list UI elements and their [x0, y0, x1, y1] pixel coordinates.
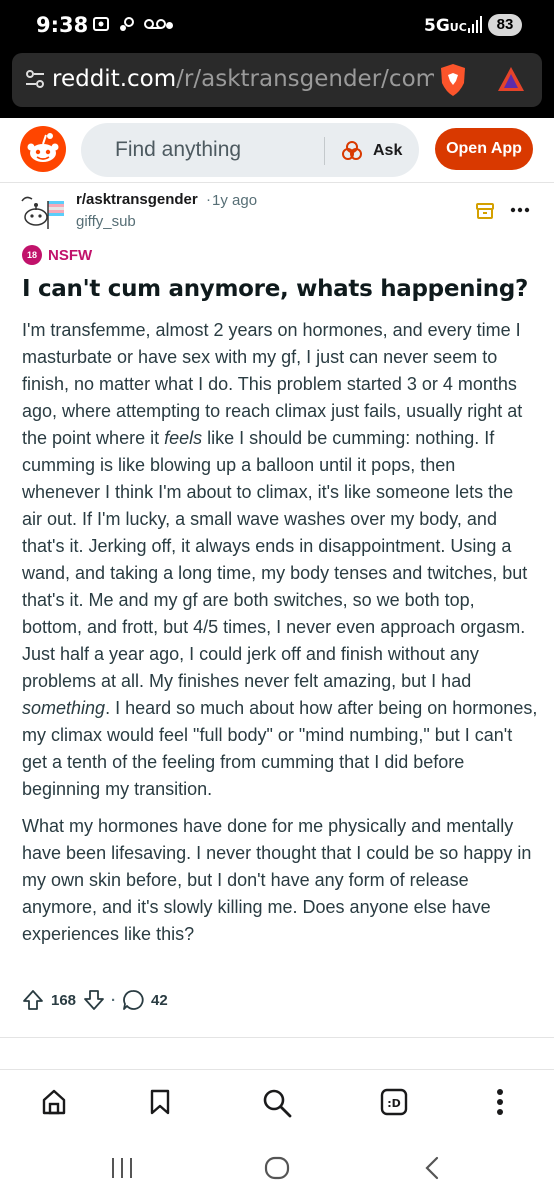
voicemail-icon [144, 19, 166, 29]
nsfw-badge-icon: 18 [22, 245, 42, 265]
meta-separator: · [206, 191, 211, 208]
post-title: I can't cum anymore, whats happening? [22, 276, 529, 302]
post-author[interactable]: giffy_sub [76, 213, 136, 230]
steam-icon [120, 17, 134, 31]
search-bar[interactable]: Find anything Ask [81, 123, 419, 177]
post-body: I'm transfemme, almost 2 years on hormon… [22, 317, 538, 958]
site-settings-icon[interactable] [24, 68, 46, 90]
status-time: 9:38 [36, 13, 89, 37]
browser-toolbar: reddit.com/r/asktransgender/comm [0, 52, 554, 118]
open-app-button[interactable]: Open App [435, 128, 533, 170]
home-icon[interactable] [40, 1088, 68, 1116]
screenshot-icon [93, 17, 109, 31]
vote-count: 168 [51, 991, 77, 1009]
notification-dot-icon [166, 22, 173, 29]
search-icon[interactable] [262, 1088, 292, 1118]
post-actions: 168 · 42 [22, 988, 171, 1012]
back-icon[interactable] [423, 1156, 441, 1180]
search-divider [324, 137, 325, 165]
url-text[interactable]: reddit.com/r/asktransgender/comm [52, 66, 434, 92]
bookmark-icon[interactable] [146, 1088, 174, 1116]
search-placeholder[interactable]: Find anything [115, 138, 241, 162]
home-button-icon[interactable] [264, 1156, 290, 1180]
battery-indicator: 83 [488, 14, 522, 36]
ask-icon[interactable] [341, 140, 363, 162]
vote-separator: · [111, 991, 117, 1009]
reddit-header: Find anything Ask Open App [0, 118, 554, 183]
status-notification-icons [92, 15, 166, 33]
nsfw-label: NSFW [48, 246, 93, 264]
chat-icon[interactable]: :D [380, 1088, 408, 1116]
downvote-icon[interactable] [83, 989, 105, 1011]
status-bar: 9:38 5GUC 83 [0, 0, 554, 52]
recents-icon[interactable] [110, 1156, 134, 1180]
upvote-icon[interactable] [22, 989, 44, 1011]
post-paragraph: I'm transfemme, almost 2 years on hormon… [22, 320, 538, 799]
brave-rewards-icon[interactable] [496, 65, 526, 93]
subreddit-avatar-icon[interactable] [18, 193, 66, 233]
post-overflow-icon[interactable] [510, 206, 530, 214]
brave-shields-icon[interactable] [438, 63, 468, 97]
post-age: 1y ago [212, 192, 258, 209]
nsfw-tag: 18 NSFW [22, 245, 92, 265]
ask-button[interactable]: Ask [373, 142, 402, 160]
signal-icon [468, 16, 482, 33]
more-icon[interactable] [496, 1088, 504, 1116]
mod-archive-icon[interactable] [475, 202, 495, 220]
network-indicator: 5GUC [424, 16, 467, 36]
comment-count: 42 [151, 991, 168, 1009]
system-navigation [0, 1140, 554, 1200]
subreddit-name[interactable]: r/asktransgender [76, 191, 198, 208]
address-bar[interactable]: reddit.com/r/asktransgender/comm [12, 53, 542, 107]
reddit-logo-icon[interactable] [20, 126, 66, 172]
content-divider [0, 1037, 554, 1038]
post-paragraph: What my hormones have done for me physic… [22, 816, 532, 944]
svg-text::D: :D [387, 1097, 401, 1110]
comment-icon[interactable] [122, 989, 144, 1011]
bottom-navigation: :D [0, 1069, 554, 1140]
